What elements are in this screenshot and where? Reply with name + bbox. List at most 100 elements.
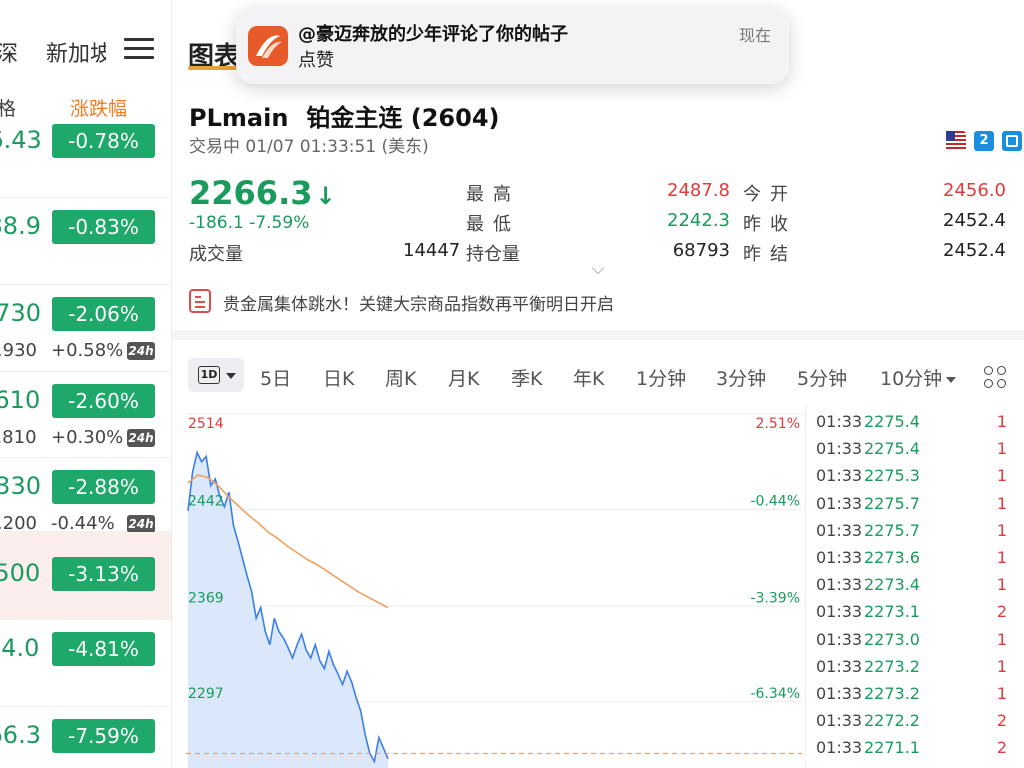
- watchlist-row[interactable]: 2.500 -3.13%: [0, 532, 171, 620]
- tag-24h-badge: 24h: [127, 515, 155, 533]
- y-axis-percent-label: -6.34%: [750, 686, 800, 702]
- prev-close-label: 昨收: [743, 214, 797, 235]
- extended-change: +0.30%: [51, 427, 124, 448]
- intraday-chart[interactable]: 2514 2.51% 2442 -0.44% 2369 -3.39% 2297 -6.34%: [186, 404, 802, 768]
- tick-price: 2273.2: [864, 684, 920, 703]
- extended-change: +0.58%: [51, 340, 124, 361]
- tick-row: 01:33 2273.1 2: [806, 602, 1024, 629]
- tick-row: 01:33 2273.2 1: [806, 684, 1024, 711]
- y-axis-label: 2297: [188, 686, 224, 702]
- high-label: 最高: [466, 184, 520, 205]
- y-axis-label: 2442: [188, 493, 224, 509]
- tick-row: 01:33 2273.6 1: [806, 548, 1024, 575]
- tab-10min[interactable]: 10分钟: [880, 364, 957, 391]
- tab-weekly[interactable]: 周K: [385, 364, 416, 391]
- row-price: 66.330: [0, 472, 41, 500]
- row-change-badge: -2.88%: [52, 470, 155, 504]
- expand-chevron-icon[interactable]: [592, 262, 604, 274]
- tick-price: 2273.4: [864, 575, 920, 595]
- row-price: 5.610: [0, 386, 41, 414]
- active-tab-underline: [188, 66, 238, 70]
- tab-yearly[interactable]: 年K: [573, 364, 604, 391]
- watchlist-row[interactable]: 66.330 -2.88% 66.200 -0.44% 24h: [0, 458, 171, 534]
- tick-volume: 1: [996, 684, 1007, 703]
- tab-quarterly[interactable]: 季K: [511, 364, 542, 391]
- chart-period-tabs: 1D 5日 日K 周K 月K 季K 年K 1分钟 3分钟 5分钟 10分钟: [172, 352, 1024, 400]
- row-price: 6788.9: [0, 212, 41, 240]
- tick-price: 2275.4: [864, 439, 920, 459]
- low-label: 最低: [466, 214, 520, 235]
- tab-1d[interactable]: 1D: [188, 358, 244, 392]
- tick-time: 01:33: [816, 466, 863, 486]
- tick-time: 01:33: [816, 439, 863, 459]
- low-value: 2242.3: [667, 210, 730, 231]
- tab-5day[interactable]: 5日: [260, 364, 291, 391]
- down-arrow-icon: ↓: [315, 182, 336, 210]
- y-axis-label: 2514: [188, 416, 224, 432]
- tab-monthly[interactable]: 月K: [448, 364, 479, 391]
- tick-price: 2272.2: [864, 711, 920, 731]
- tick-volume: 2: [996, 738, 1007, 758]
- tick-price: 2275.4: [864, 412, 920, 431]
- chevron-down-icon: [226, 373, 236, 379]
- tab-5min[interactable]: 5分钟: [797, 364, 847, 391]
- tick-price: 2273.2: [864, 656, 920, 676]
- watchlist-row[interactable]: 6788.9 -0.83%: [0, 198, 171, 285]
- watchlist-row[interactable]: 24.0 -4.81%: [0, 620, 171, 707]
- open-value: 2456.0: [943, 180, 1006, 201]
- row-change-badge: -4.81%: [52, 632, 155, 666]
- exchange-icon[interactable]: [1002, 131, 1022, 151]
- tick-time: 01:33: [816, 493, 863, 513]
- high-value: 2487.8: [667, 180, 730, 201]
- tick-time: 01:33: [816, 656, 863, 676]
- tick-volume: 1: [996, 493, 1007, 513]
- notification-time: 现在: [738, 26, 771, 45]
- trading-status: 交易中 01/07 01:33:51 (美东): [189, 137, 429, 157]
- extended-price: 34.930: [0, 340, 37, 361]
- us-flag-icon: [946, 131, 966, 151]
- y-axis-percent-label: -3.39%: [750, 590, 800, 606]
- tick-volume: 1: [996, 439, 1007, 459]
- extended-price: 66.200: [0, 513, 37, 534]
- tick-volume: 1: [996, 520, 1007, 540]
- row-change-badge: -2.60%: [52, 384, 155, 418]
- tick-price: 2273.1: [864, 602, 920, 622]
- tick-price: 2275.7: [864, 520, 920, 540]
- tab-3min[interactable]: 3分钟: [716, 364, 766, 391]
- row-change-badge: -7.59%: [52, 719, 155, 753]
- tick-row: 01:33 2275.7 1: [806, 494, 1024, 521]
- level2-icon[interactable]: 2: [974, 131, 994, 151]
- watchlist-row[interactable]: 2266.43 -0.78%: [0, 112, 171, 198]
- prev-settle-value: 2452.4: [943, 240, 1006, 261]
- tick-time: 01:33: [816, 412, 863, 431]
- notification-banner[interactable]: @豪迈奔放的少年评论了你的帖子 点赞 现在: [236, 8, 789, 84]
- extended-price: 5.810: [0, 427, 37, 448]
- tick-price: 2275.3: [864, 466, 920, 486]
- tick-volume: 1: [996, 466, 1007, 486]
- news-icon: [189, 289, 211, 313]
- grid-menu-icon[interactable]: [984, 366, 1008, 390]
- tab-1min[interactable]: 1分钟: [636, 364, 686, 391]
- tick-price: 2273.6: [864, 548, 920, 567]
- instrument-symbol: PLmain: [189, 104, 289, 132]
- tab-market[interactable]: 深: [0, 36, 18, 68]
- open-label: 今开: [743, 184, 797, 205]
- watchlist-panel: 深 新加坡 价格 涨跌幅 2266.43-0.78%6788.9-0.83%34…: [0, 0, 172, 768]
- row-change-badge: -0.83%: [52, 210, 155, 244]
- tick-volume: 1: [996, 629, 1007, 649]
- tab-singapore[interactable]: 新加坡: [46, 36, 106, 68]
- tick-time: 01:33: [816, 575, 863, 595]
- volume-value: 14447: [403, 240, 461, 261]
- menu-icon[interactable]: [124, 38, 154, 60]
- watchlist-row[interactable]: 2266.3 -7.59%: [0, 707, 171, 768]
- watchlist-row[interactable]: 5.610 -2.60% 5.810 +0.30%24h: [0, 372, 171, 458]
- y-axis-percent-label: -0.44%: [750, 493, 800, 509]
- instrument-title: PLmain 铂金主连 (2604): [189, 98, 500, 133]
- tick-time: 01:33: [816, 520, 863, 540]
- tick-volume: 1: [996, 656, 1007, 676]
- watchlist-row[interactable]: 34.730 -2.06% 34.930 +0.58%24h: [0, 285, 171, 372]
- app-logo-icon: [248, 26, 288, 66]
- tick-row: 01:33 2273.2 1: [806, 657, 1024, 684]
- tick-time: 01:33: [816, 548, 863, 567]
- tab-daily[interactable]: 日K: [323, 364, 354, 391]
